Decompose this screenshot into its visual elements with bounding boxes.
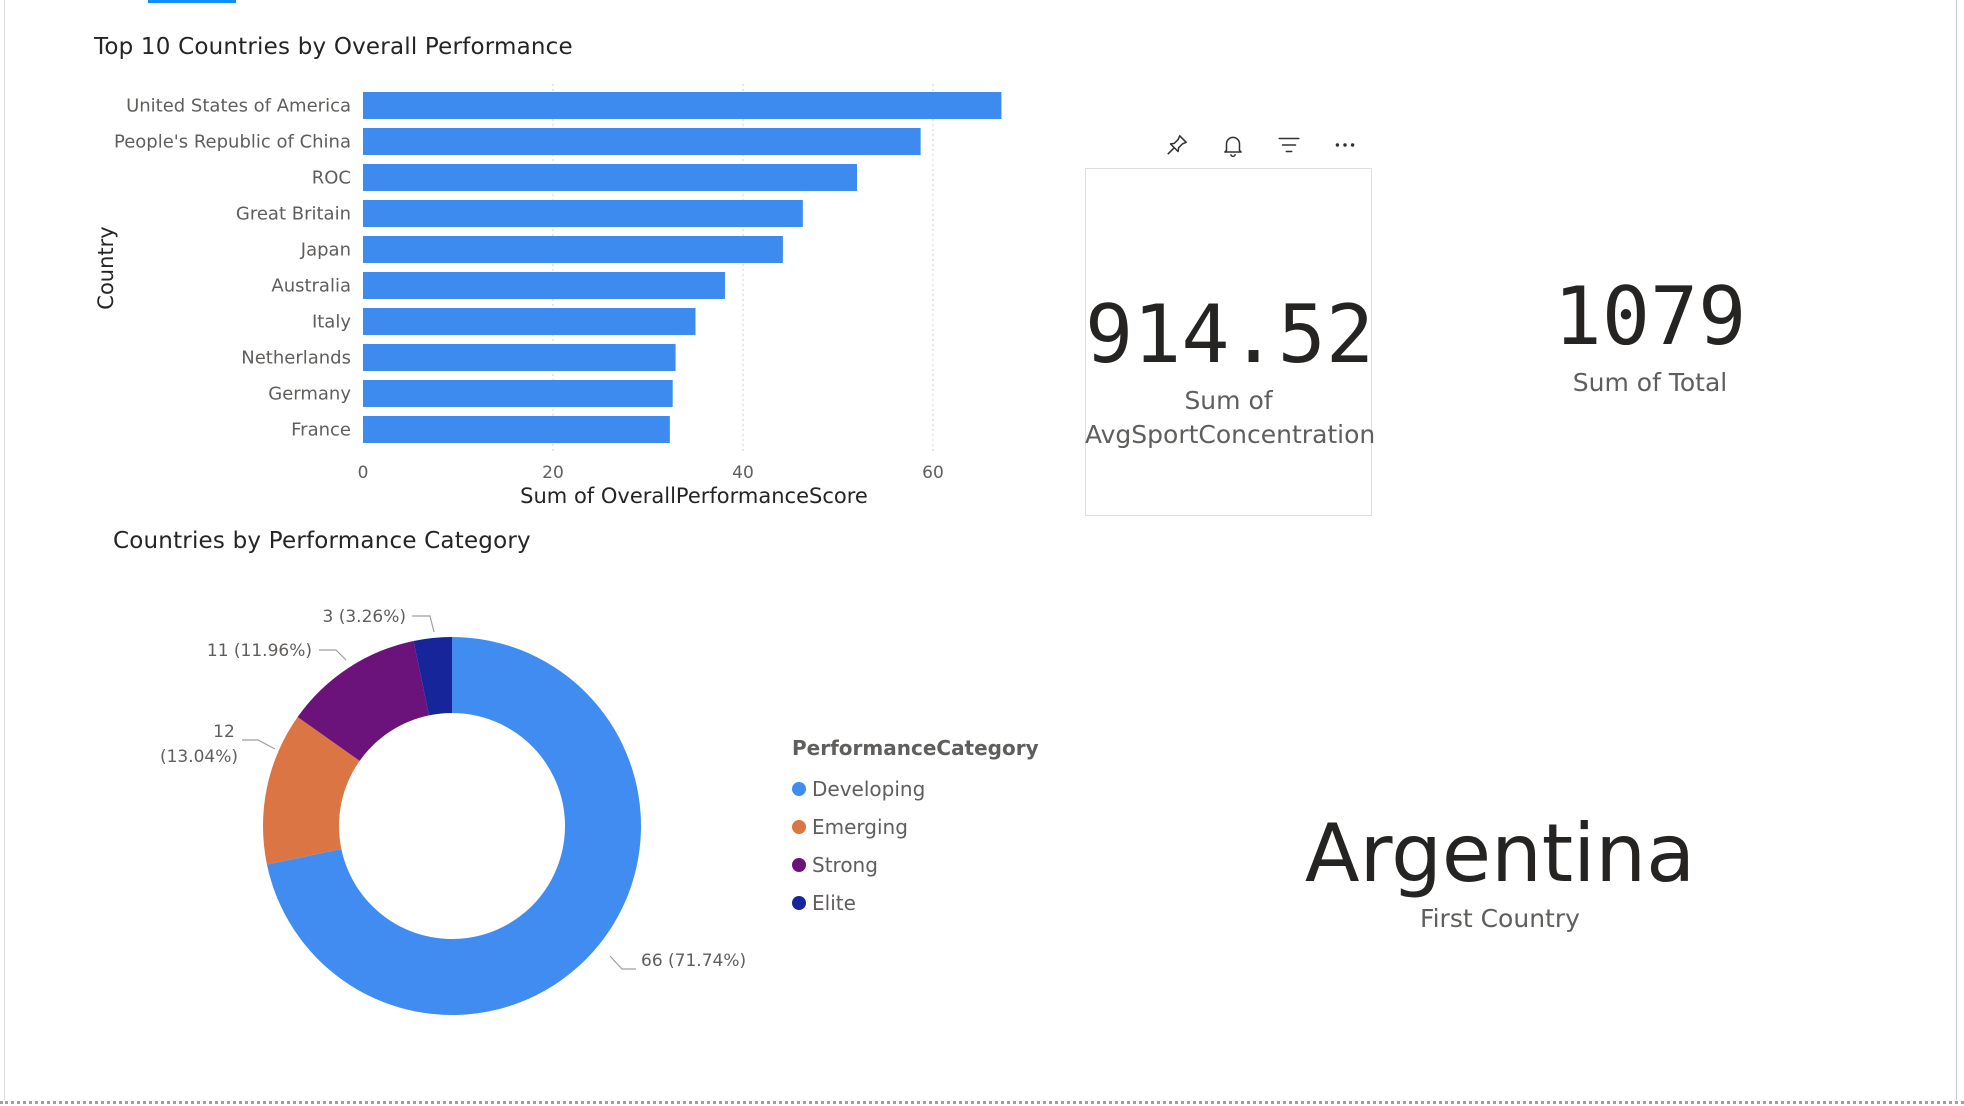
avg-sport-concentration-label-1: Sum of xyxy=(1184,386,1273,415)
page-right-edge xyxy=(1956,0,1957,1100)
y-tick-label: Germany xyxy=(268,384,351,405)
bar-united-states-of-america[interactable] xyxy=(363,92,1002,119)
bar-chart-title: Top 10 Countries by Overall Performance xyxy=(94,34,573,60)
x-axis-title: Sum of OverallPerformanceScore xyxy=(520,484,868,508)
first-country-label: First Country xyxy=(1420,904,1580,933)
data-label-leader-line xyxy=(242,739,276,750)
donut-chart[interactable]: 66 (71.74%) 12 (13.04%) 11 (11.96%) 3 (3.26%… xyxy=(0,580,780,1040)
donut-data-label: (13.04%) xyxy=(160,747,238,767)
y-tick-label: Netherlands xyxy=(241,348,351,369)
y-tick-label: United States of America xyxy=(126,96,351,117)
legend-label: Developing xyxy=(812,777,926,801)
bar-great-britain[interactable] xyxy=(363,200,803,227)
bell-icon[interactable] xyxy=(1216,128,1250,162)
y-tick-label: Great Britain xyxy=(236,204,351,225)
y-axis-title: Country xyxy=(94,226,118,309)
legend-label: Emerging xyxy=(812,815,908,839)
legend-marker xyxy=(792,896,806,910)
x-tick-label: 40 xyxy=(732,463,754,483)
donut-legend: PerformanceCategory Developing Emerging St… xyxy=(792,736,1039,922)
more-options-icon[interactable] xyxy=(1328,128,1362,162)
y-tick-label: People's Republic of China xyxy=(114,132,351,153)
first-country-value: Argentina xyxy=(1304,807,1696,900)
bar-netherlands[interactable] xyxy=(363,344,676,371)
bar-italy[interactable] xyxy=(363,308,696,335)
donut-data-label: 66 (71.74%) xyxy=(641,951,746,971)
avg-sport-concentration-value: 914.52 xyxy=(1085,288,1374,381)
donut-data-label: 12 xyxy=(213,722,235,742)
legend-marker xyxy=(792,820,806,834)
y-tick-label: Italy xyxy=(312,312,351,333)
legend-marker xyxy=(792,858,806,872)
visual-header xyxy=(1160,128,1362,162)
y-tick-label: Japan xyxy=(300,240,351,261)
legend-item-strong[interactable]: Strong xyxy=(792,846,1039,884)
legend-marker xyxy=(792,782,806,796)
sum-of-total-value: 1079 xyxy=(1553,270,1747,363)
bar-roc[interactable] xyxy=(363,164,857,191)
data-label-leader-line xyxy=(412,615,435,633)
legend-title: PerformanceCategory xyxy=(792,736,1039,760)
donut-data-label: 11 (11.96%) xyxy=(207,641,312,661)
page-bottom-border xyxy=(0,1101,1964,1104)
legend-label: Strong xyxy=(812,853,878,877)
x-tick-label: 20 xyxy=(542,463,564,483)
donut-data-label: 3 (3.26%) xyxy=(323,607,407,627)
pin-icon[interactable] xyxy=(1160,128,1194,162)
x-tick-label: 0 xyxy=(358,463,369,483)
donut-chart-title: Countries by Performance Category xyxy=(113,528,531,554)
data-label-leader-line xyxy=(609,955,636,970)
legend-item-emerging[interactable]: Emerging xyxy=(792,808,1039,846)
data-label-leader-line xyxy=(319,649,347,661)
filter-icon[interactable] xyxy=(1272,128,1306,162)
avg-sport-concentration-label-2: AvgSportConcentration xyxy=(1085,420,1376,449)
y-tick-label: ROC xyxy=(312,168,351,189)
active-page-tab-indicator[interactable] xyxy=(148,0,236,3)
bar-france[interactable] xyxy=(363,416,670,443)
bar-japan[interactable] xyxy=(363,236,783,263)
bar-germany[interactable] xyxy=(363,380,673,407)
x-tick-label: 60 xyxy=(922,463,944,483)
y-tick-label: France xyxy=(291,420,351,441)
report-canvas: Top 10 Countries by Overall Performance … xyxy=(0,0,1964,1106)
legend-label: Elite xyxy=(812,891,856,915)
sum-of-total-label: Sum of Total xyxy=(1572,368,1728,397)
y-tick-label: Australia xyxy=(271,276,351,297)
bar-australia[interactable] xyxy=(363,272,725,299)
legend-item-elite[interactable]: Elite xyxy=(792,884,1039,922)
bar-chart[interactable]: United States of America People's Republi… xyxy=(0,70,1060,520)
bar-people-s-republic-of-china[interactable] xyxy=(363,128,921,155)
legend-item-developing[interactable]: Developing xyxy=(792,770,1039,808)
